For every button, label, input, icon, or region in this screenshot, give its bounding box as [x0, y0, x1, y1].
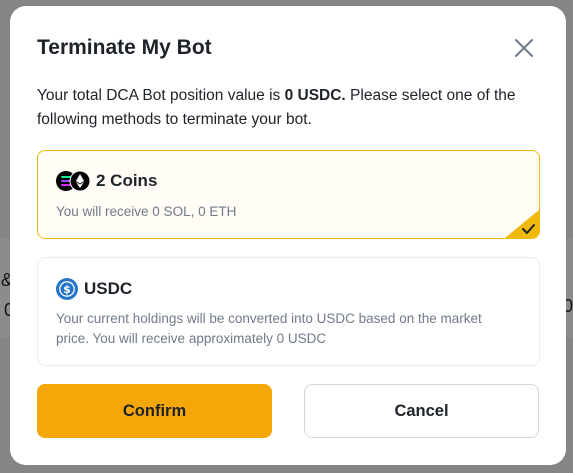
option-two-coins[interactable]: 2 Coins You will receive 0 SOL, 0 ETH [37, 150, 540, 239]
position-value: 0 USDC. [284, 87, 346, 104]
svg-text:$: $ [63, 283, 71, 296]
selected-check-icon [505, 210, 539, 238]
cancel-button[interactable]: Cancel [304, 384, 539, 438]
close-icon [515, 39, 533, 57]
usdc-icon: $ [56, 278, 78, 300]
terminate-bot-dialog: Terminate My Bot Your total DCA Bot posi… [10, 6, 566, 465]
coin-pair-icon [56, 171, 90, 191]
option-subtitle: Your current holdings will be converted … [56, 311, 482, 346]
option-label: USDC [84, 279, 133, 298]
option-header: 2 Coins [56, 171, 157, 191]
option-header: $ USDC [56, 278, 132, 300]
confirm-button[interactable]: Confirm [37, 384, 272, 438]
option-usdc[interactable]: $ USDC Your current holdings will be con… [37, 257, 540, 366]
option-label: 2 Coins [96, 171, 158, 190]
description-prefix: Your total DCA Bot position value is [37, 87, 285, 104]
option-subtitle: You will receive 0 SOL, 0 ETH [56, 204, 237, 219]
close-button[interactable] [512, 36, 536, 60]
dialog-title: Terminate My Bot [37, 36, 212, 59]
dialog-description: Your total DCA Bot position value is 0 U… [37, 84, 537, 132]
